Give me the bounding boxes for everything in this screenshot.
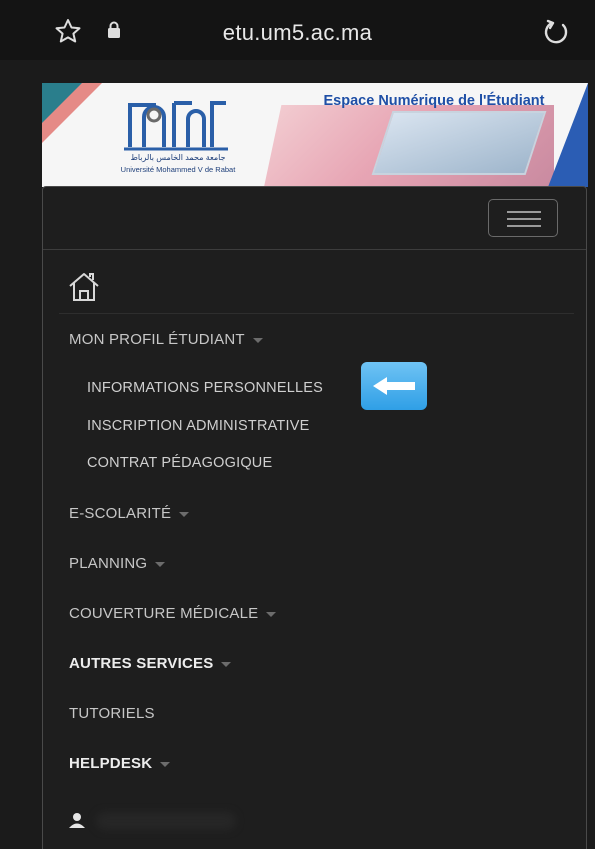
submenu-item-informations-personnelles[interactable]: INFORMATIONS PERSONNELLES — [87, 380, 323, 396]
caret-down-icon — [221, 661, 232, 667]
highlight-arrow-icon — [361, 362, 427, 410]
menu-item-autres-services[interactable]: AUTRES SERVICES — [69, 655, 232, 672]
menu-item-helpdesk[interactable]: HELPDESK — [69, 755, 171, 772]
browser-bar: etu.um5.ac.ma — [0, 0, 595, 60]
university-name-arabic: جامعة محمد الخامس بالرباط — [130, 153, 226, 162]
menu-item-tutoriels[interactable]: TUTORIELS — [69, 705, 155, 722]
banner-title: Espace Numérique de l'Étudiant — [323, 93, 545, 109]
submenu-item-contrat-pedagogique[interactable]: CONTRAT PÉDAGOGIQUE — [87, 455, 272, 471]
caret-down-icon — [155, 561, 166, 567]
menu-item-label: HELPDESK — [69, 755, 153, 772]
nav-header — [43, 187, 586, 250]
reload-icon[interactable] — [541, 18, 571, 51]
user-name-redacted — [96, 812, 236, 830]
submenu-item-inscription-administrative[interactable]: INSCRIPTION ADMINISTRATIVE — [87, 418, 309, 434]
menu-item-label: COUVERTURE MÉDICALE — [69, 605, 259, 622]
home-icon[interactable] — [67, 271, 101, 308]
banner-decor-teal — [42, 83, 82, 123]
caret-down-icon — [252, 337, 263, 343]
header-banner: جامعة محمد الخامس بالرباط Université Moh… — [42, 83, 588, 187]
menu-item-profile[interactable]: MON PROFIL ÉTUDIANT — [69, 331, 263, 348]
user-icon[interactable] — [69, 812, 85, 833]
caret-down-icon — [160, 761, 171, 767]
menu-item-profile-label: MON PROFIL ÉTUDIANT — [69, 331, 245, 348]
hamburger-icon[interactable] — [488, 199, 558, 237]
menu-item-planning[interactable]: PLANNING — [69, 555, 166, 572]
menu-item-label: AUTRES SERVICES — [69, 655, 214, 672]
menu-item-e-scolarite[interactable]: E-SCOLARITÉ — [69, 505, 190, 522]
laptop-illustration — [371, 111, 547, 175]
url-text[interactable]: etu.um5.ac.ma — [0, 20, 595, 46]
phone-screen: etu.um5.ac.ma جامعة محمد الخامس بالرباط … — [0, 0, 595, 849]
caret-down-icon — [179, 511, 190, 517]
caret-down-icon — [266, 611, 277, 617]
nav-menu: MON PROFIL ÉTUDIANT INFORMATIONS PERSONN… — [42, 186, 587, 849]
menu-item-label: PLANNING — [69, 555, 148, 572]
university-name-french: Université Mohammed V de Rabat — [120, 165, 236, 174]
university-logo-icon — [122, 97, 232, 158]
menu-item-label: TUTORIELS — [69, 705, 155, 722]
divider — [59, 313, 574, 314]
menu-item-label: E-SCOLARITÉ — [69, 505, 172, 522]
menu-item-couverture-medicale[interactable]: COUVERTURE MÉDICALE — [69, 605, 277, 622]
